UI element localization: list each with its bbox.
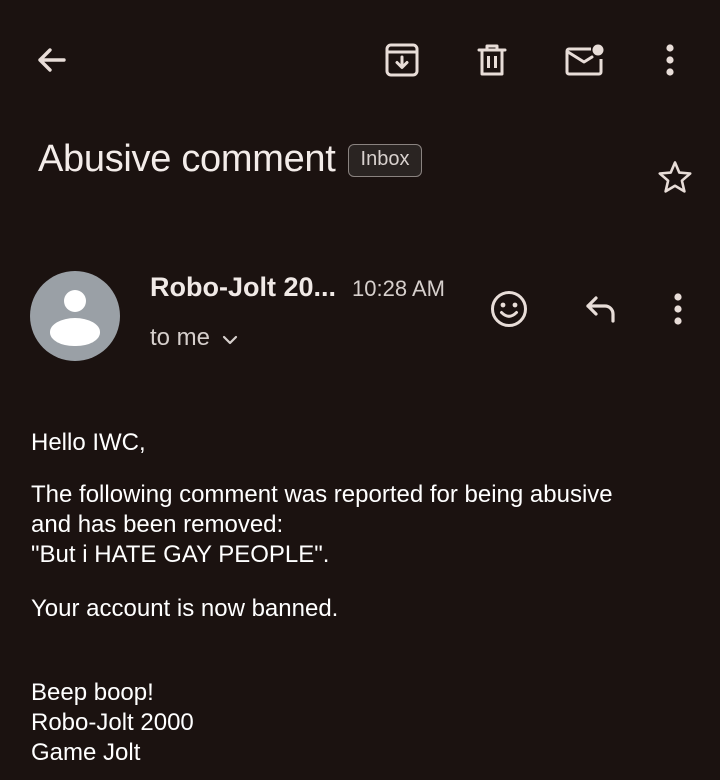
mark-unread-button[interactable]	[560, 36, 608, 84]
body-quote: "But i HATE GAY PEOPLE".	[31, 541, 330, 568]
arrow-back-icon	[38, 48, 66, 72]
sender-row: Robo-Jolt 20... 10:28 AM	[150, 272, 445, 303]
recipient-details-toggle[interactable]: to me	[150, 324, 238, 352]
body-line-2: and has been removed:	[31, 511, 284, 538]
back-button[interactable]	[27, 36, 75, 84]
signature-line-1: Beep boop!	[31, 679, 154, 706]
chevron-down-icon	[222, 335, 238, 345]
body-greeting: Hello IWC,	[31, 429, 146, 456]
avatar-body	[50, 318, 100, 346]
reply-button[interactable]	[576, 285, 624, 333]
email-subject: Abusive comment	[38, 138, 336, 180]
message-more-button[interactable]	[654, 285, 702, 333]
more-vertical-icon	[666, 44, 674, 76]
subject-row: Abusive comment Inbox	[38, 138, 423, 181]
inbox-label-chip[interactable]: Inbox	[347, 144, 423, 177]
reply-icon	[586, 296, 615, 323]
email-time: 10:28 AM	[352, 276, 445, 301]
signature-line-2: Robo-Jolt 2000	[31, 709, 194, 736]
emoji-smile-icon	[491, 291, 527, 327]
delete-button[interactable]	[468, 36, 516, 84]
trash-icon	[477, 44, 507, 76]
signature-line-3: Game Jolt	[31, 739, 141, 766]
star-icon	[658, 161, 692, 193]
body-line-1: The following comment was reported for b…	[31, 481, 613, 508]
email-body: Hello IWC, The following comment was rep…	[31, 428, 691, 768]
recipient-label: to me	[150, 324, 211, 351]
star-button[interactable]	[651, 154, 699, 202]
sender-name[interactable]: Robo-Jolt 20...	[150, 272, 336, 303]
sender-avatar[interactable]	[30, 271, 120, 361]
more-vertical-icon	[674, 293, 682, 325]
more-options-button[interactable]	[646, 36, 694, 84]
archive-button[interactable]	[378, 36, 426, 84]
top-toolbar	[0, 0, 720, 120]
archive-icon	[385, 43, 419, 77]
avatar-head	[64, 290, 86, 312]
mark-unread-icon	[565, 44, 604, 76]
emoji-reaction-button[interactable]	[485, 285, 533, 333]
body-ban-notice: Your account is now banned.	[31, 595, 339, 622]
